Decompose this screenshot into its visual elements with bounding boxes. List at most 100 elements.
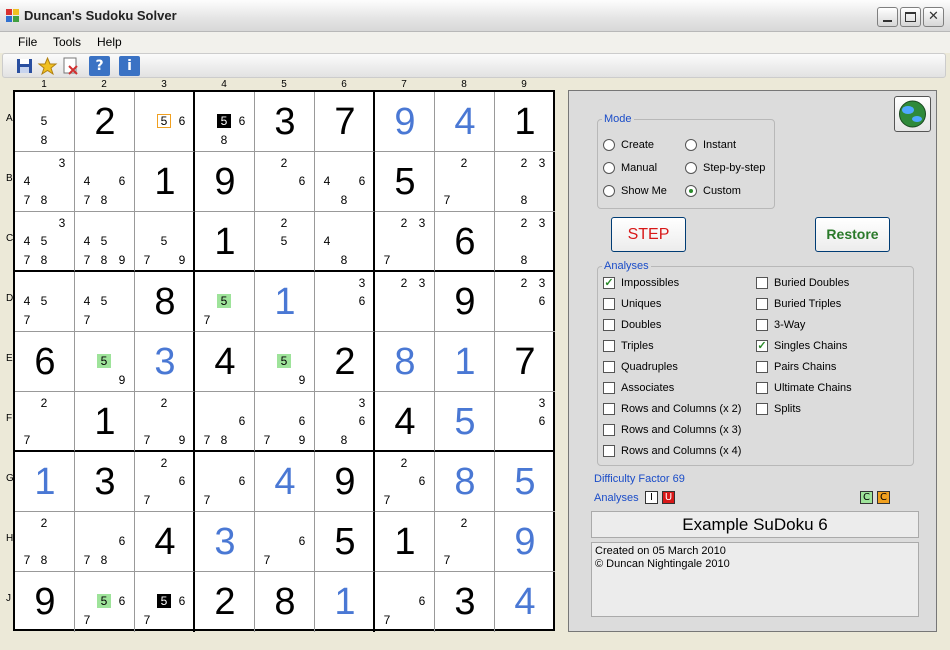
cell-F2[interactable]: 1 bbox=[75, 392, 135, 452]
cell-B3[interactable]: 1 bbox=[135, 152, 195, 212]
cell-A6[interactable]: 7 bbox=[315, 92, 375, 152]
cell-B4[interactable]: 9 bbox=[195, 152, 255, 212]
cell-J5[interactable]: 8 bbox=[255, 572, 315, 632]
cell-C8[interactable]: 6 bbox=[435, 212, 495, 272]
analyses-link[interactable]: Analyses bbox=[594, 492, 639, 504]
cell-G2[interactable]: 3 bbox=[75, 452, 135, 512]
minimize-button[interactable] bbox=[877, 7, 898, 27]
cell-H3[interactable]: 4 bbox=[135, 512, 195, 572]
favorite-button[interactable] bbox=[37, 56, 58, 76]
cell-H8[interactable]: 27 bbox=[435, 512, 495, 572]
cell-E8[interactable]: 1 bbox=[435, 332, 495, 392]
step-button[interactable]: STEP bbox=[611, 217, 686, 252]
cell-J7[interactable]: 67 bbox=[375, 572, 435, 632]
cell-B5[interactable]: 26 bbox=[255, 152, 315, 212]
cell-E6[interactable]: 2 bbox=[315, 332, 375, 392]
cell-H7[interactable]: 1 bbox=[375, 512, 435, 572]
cell-G8[interactable]: 8 bbox=[435, 452, 495, 512]
cell-E4[interactable]: 4 bbox=[195, 332, 255, 392]
help-button[interactable]: ? bbox=[89, 56, 110, 76]
cell-G5[interactable]: 4 bbox=[255, 452, 315, 512]
marker-r-1[interactable]: C bbox=[877, 491, 890, 504]
cell-G3[interactable]: 26 7 bbox=[135, 452, 195, 512]
cell-A1[interactable]: 58 bbox=[15, 92, 75, 152]
cell-B2[interactable]: 4 6 78 bbox=[75, 152, 135, 212]
cell-A4[interactable]: 568 bbox=[195, 92, 255, 152]
cell-F3[interactable]: 2 7 9 bbox=[135, 392, 195, 452]
new-document-button[interactable] bbox=[60, 56, 81, 76]
cell-G6[interactable]: 9 bbox=[315, 452, 375, 512]
cell-D2[interactable]: 457 bbox=[75, 272, 135, 332]
cell-E7[interactable]: 8 bbox=[375, 332, 435, 392]
cell-H6[interactable]: 5 bbox=[315, 512, 375, 572]
cell-D8[interactable]: 9 bbox=[435, 272, 495, 332]
cell-C3[interactable]: 57 9 bbox=[135, 212, 195, 272]
sudoku-grid[interactable]: 5825656837941347846781926468527238345784… bbox=[13, 90, 555, 632]
menu-file[interactable]: File bbox=[18, 35, 37, 49]
cell-J1[interactable]: 9 bbox=[15, 572, 75, 632]
globe-button[interactable] bbox=[894, 96, 931, 132]
cell-H5[interactable]: 67 bbox=[255, 512, 315, 572]
cell-A7[interactable]: 9 bbox=[375, 92, 435, 152]
cell-C5[interactable]: 25 bbox=[255, 212, 315, 272]
cell-A9[interactable]: 1 bbox=[495, 92, 555, 152]
cell-A5[interactable]: 3 bbox=[255, 92, 315, 152]
cell-D9[interactable]: 23 6 bbox=[495, 272, 555, 332]
cell-J2[interactable]: 56 7 bbox=[75, 572, 135, 632]
cell-C6[interactable]: 48 bbox=[315, 212, 375, 272]
cell-B1[interactable]: 3 4 78 bbox=[15, 152, 75, 212]
cell-C2[interactable]: 45789 bbox=[75, 212, 135, 272]
notes-box[interactable]: Created on 05 March 2010 © Duncan Nighti… bbox=[591, 542, 919, 617]
cell-J6[interactable]: 1 bbox=[315, 572, 375, 632]
cell-F7[interactable]: 4 bbox=[375, 392, 435, 452]
menu-tools[interactable]: Tools bbox=[53, 35, 81, 49]
cell-D1[interactable]: 457 bbox=[15, 272, 75, 332]
save-button[interactable] bbox=[14, 56, 35, 76]
cell-J9[interactable]: 4 bbox=[495, 572, 555, 632]
cell-A8[interactable]: 4 bbox=[435, 92, 495, 152]
cell-F4[interactable]: 6 78 bbox=[195, 392, 255, 452]
cell-H4[interactable]: 3 bbox=[195, 512, 255, 572]
maximize-button[interactable] bbox=[900, 7, 921, 27]
cell-C9[interactable]: 23 8 bbox=[495, 212, 555, 272]
cell-E2[interactable]: 59 bbox=[75, 332, 135, 392]
menu-help[interactable]: Help bbox=[97, 35, 122, 49]
marker-l-0[interactable]: I bbox=[645, 491, 658, 504]
cell-C7[interactable]: 23 7 bbox=[375, 212, 435, 272]
cell-C1[interactable]: 3 4578 bbox=[15, 212, 75, 272]
cell-D3[interactable]: 8 bbox=[135, 272, 195, 332]
cell-F1[interactable]: 27 bbox=[15, 392, 75, 452]
cell-D6[interactable]: 36 bbox=[315, 272, 375, 332]
cell-E3[interactable]: 3 bbox=[135, 332, 195, 392]
cell-E1[interactable]: 6 bbox=[15, 332, 75, 392]
cell-A3[interactable]: 56 bbox=[135, 92, 195, 152]
cell-G4[interactable]: 67 bbox=[195, 452, 255, 512]
cell-D5[interactable]: 1 bbox=[255, 272, 315, 332]
cell-J4[interactable]: 2 bbox=[195, 572, 255, 632]
cell-H2[interactable]: 6 78 bbox=[75, 512, 135, 572]
cell-A2[interactable]: 2 bbox=[75, 92, 135, 152]
close-button[interactable]: ✕ bbox=[923, 7, 944, 27]
cell-E5[interactable]: 59 bbox=[255, 332, 315, 392]
cell-H9[interactable]: 9 bbox=[495, 512, 555, 572]
cell-F9[interactable]: 36 bbox=[495, 392, 555, 452]
cell-C4[interactable]: 1 bbox=[195, 212, 255, 272]
cell-F6[interactable]: 3 68 bbox=[315, 392, 375, 452]
cell-B7[interactable]: 5 bbox=[375, 152, 435, 212]
cell-G1[interactable]: 1 bbox=[15, 452, 75, 512]
cell-B9[interactable]: 23 8 bbox=[495, 152, 555, 212]
cell-H1[interactable]: 2 78 bbox=[15, 512, 75, 572]
marker-r-0[interactable]: C bbox=[860, 491, 873, 504]
cell-J3[interactable]: 56 7 bbox=[135, 572, 195, 632]
cell-J8[interactable]: 3 bbox=[435, 572, 495, 632]
info-button[interactable]: i bbox=[119, 56, 140, 76]
cell-D7[interactable]: 23 bbox=[375, 272, 435, 332]
restore-button[interactable]: Restore bbox=[815, 217, 890, 252]
cell-F5[interactable]: 6 7 9 bbox=[255, 392, 315, 452]
cell-D4[interactable]: 57 bbox=[195, 272, 255, 332]
cell-G9[interactable]: 5 bbox=[495, 452, 555, 512]
cell-B6[interactable]: 4 68 bbox=[315, 152, 375, 212]
cell-E9[interactable]: 7 bbox=[495, 332, 555, 392]
cell-F8[interactable]: 5 bbox=[435, 392, 495, 452]
marker-l-1[interactable]: U bbox=[662, 491, 675, 504]
